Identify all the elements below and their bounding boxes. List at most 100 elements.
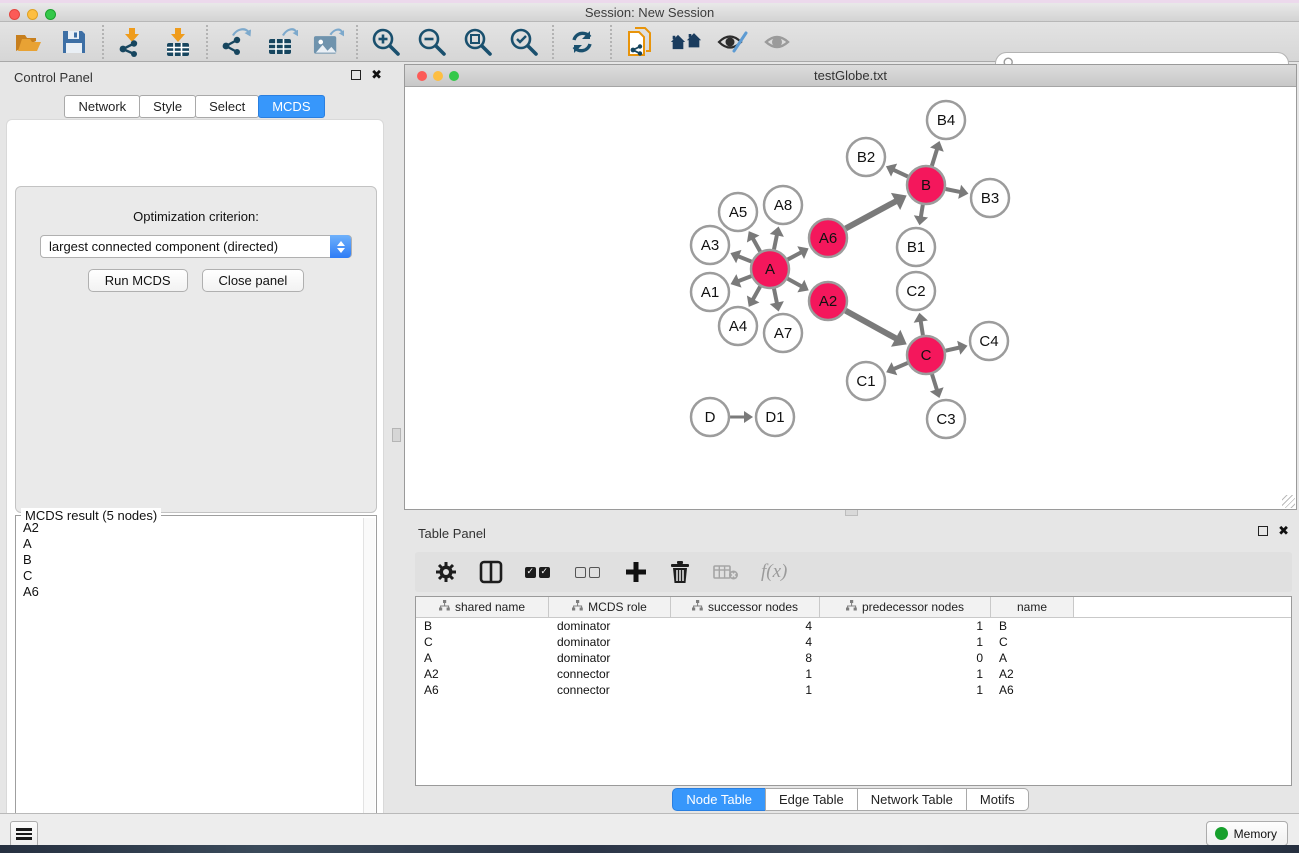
- table-cell[interactable]: A6: [416, 682, 549, 698]
- graph-edge-A6-B[interactable]: [846, 201, 897, 229]
- clone-network-icon[interactable]: [624, 26, 656, 58]
- delete-column-trash-icon[interactable]: [669, 557, 691, 587]
- table-cell[interactable]: 1: [671, 682, 820, 698]
- graph-edge-C-C2[interactable]: [921, 321, 923, 336]
- result-list-item[interactable]: A6: [17, 584, 362, 600]
- table-row[interactable]: Bdominator41B: [416, 618, 1291, 634]
- table-cell[interactable]: dominator: [549, 650, 671, 666]
- close-panel-button[interactable]: Close panel: [202, 269, 305, 292]
- memory-button[interactable]: Memory: [1206, 821, 1288, 846]
- table-cell[interactable]: 4: [671, 618, 820, 634]
- graph-edge-A-A8[interactable]: [774, 234, 777, 249]
- graph-edge-A-A3[interactable]: [738, 256, 752, 261]
- result-list-item[interactable]: C: [17, 568, 362, 584]
- table-cell[interactable]: 4: [671, 634, 820, 650]
- graph-edge-B-B4[interactable]: [932, 149, 937, 166]
- select-all-columns-icon[interactable]: [525, 557, 553, 587]
- column-header-successor-nodes[interactable]: successor nodes: [671, 597, 820, 617]
- close-panel-icon[interactable]: ✖: [371, 70, 382, 80]
- table-row[interactable]: Cdominator41C: [416, 634, 1291, 650]
- table-cell[interactable]: 1: [820, 666, 991, 682]
- table-cell[interactable]: dominator: [549, 618, 671, 634]
- graph-edge-B-B3[interactable]: [946, 189, 961, 192]
- graph-edge-C-C1[interactable]: [894, 363, 908, 369]
- graph-edge-A-A4[interactable]: [753, 286, 761, 299]
- table-settings-gear-icon[interactable]: [435, 557, 457, 587]
- result-list-scrollbar[interactable]: [363, 518, 375, 849]
- save-session-icon[interactable]: [58, 26, 90, 58]
- vertical-splitter-handle[interactable]: [392, 428, 401, 442]
- graph-edge-C-C3[interactable]: [932, 374, 937, 390]
- network-canvas[interactable]: AA1A2A3A4A5A6A7A8BB1B2B3B4CC1C2C3C4DD1: [405, 88, 1296, 509]
- table-cell[interactable]: 8: [671, 650, 820, 666]
- refresh-layout-icon[interactable]: [566, 26, 598, 58]
- result-list-item[interactable]: A: [17, 536, 362, 552]
- float-table-panel-icon[interactable]: [1258, 526, 1268, 536]
- table-cell[interactable]: A2: [991, 666, 1074, 682]
- graph-edge-B-B1[interactable]: [921, 205, 923, 218]
- table-cell[interactable]: 1: [820, 634, 991, 650]
- task-history-button[interactable]: [10, 821, 38, 847]
- table-cell[interactable]: A: [416, 650, 549, 666]
- add-column-icon[interactable]: [625, 557, 647, 587]
- zoom-in-icon[interactable]: [370, 26, 402, 58]
- import-table-icon[interactable]: [162, 26, 194, 58]
- show-column-panel-icon[interactable]: [479, 557, 503, 587]
- resize-grip-icon[interactable]: [1282, 495, 1295, 508]
- network-graph[interactable]: AA1A2A3A4A5A6A7A8BB1B2B3B4CC1C2C3C4DD1: [405, 88, 1296, 509]
- tab-node-table[interactable]: Node Table: [672, 788, 766, 811]
- node-table[interactable]: shared nameMCDS rolesuccessor nodesprede…: [415, 596, 1292, 786]
- houses-icon[interactable]: [670, 26, 702, 58]
- table-row[interactable]: A6connector11A6: [416, 682, 1291, 698]
- table-cell[interactable]: 1: [820, 682, 991, 698]
- graph-edge-B-B2[interactable]: [893, 170, 908, 177]
- column-header-predecessor-nodes[interactable]: predecessor nodes: [820, 597, 991, 617]
- mcds-result-list[interactable]: A2ABCA6: [17, 520, 362, 849]
- tab-mcds[interactable]: MCDS: [258, 95, 324, 118]
- export-table-icon[interactable]: [266, 26, 298, 58]
- tab-network[interactable]: Network: [64, 95, 140, 118]
- export-image-icon[interactable]: [312, 26, 344, 58]
- close-table-panel-icon[interactable]: ✖: [1278, 526, 1289, 536]
- criterion-dropdown[interactable]: largest connected component (directed): [40, 235, 352, 258]
- result-list-item[interactable]: A2: [17, 520, 362, 536]
- graph-edge-A-A5[interactable]: [753, 238, 761, 251]
- graph-edge-A-A1[interactable]: [738, 276, 751, 281]
- table-cell[interactable]: C: [991, 634, 1074, 650]
- open-folder-icon[interactable]: [12, 26, 44, 58]
- tab-edge-table[interactable]: Edge Table: [765, 788, 858, 811]
- table-cell[interactable]: 1: [671, 666, 820, 682]
- table-cell[interactable]: 0: [820, 650, 991, 666]
- table-row[interactable]: Adominator80A: [416, 650, 1291, 666]
- zoom-fit-icon[interactable]: [462, 26, 494, 58]
- table-cell[interactable]: connector: [549, 666, 671, 682]
- hide-details-icon[interactable]: [716, 26, 748, 58]
- network-window-titlebar[interactable]: testGlobe.txt: [405, 65, 1296, 87]
- float-panel-icon[interactable]: [351, 70, 361, 80]
- graph-edge-A-A2[interactable]: [788, 279, 802, 287]
- tab-select[interactable]: Select: [195, 95, 259, 118]
- column-header-shared-name[interactable]: shared name: [416, 597, 549, 617]
- unselect-all-columns-icon[interactable]: [575, 557, 603, 587]
- export-network-icon[interactable]: [220, 26, 252, 58]
- graph-edge-C-C4[interactable]: [946, 348, 960, 351]
- table-cell[interactable]: dominator: [549, 634, 671, 650]
- table-cell[interactable]: B: [416, 618, 549, 634]
- zoom-selected-icon[interactable]: [508, 26, 540, 58]
- table-cell[interactable]: B: [991, 618, 1074, 634]
- table-row[interactable]: A2connector11A2: [416, 666, 1291, 682]
- graph-edge-A-A6[interactable]: [788, 252, 802, 259]
- table-cell[interactable]: C: [416, 634, 549, 650]
- column-header-MCDS-role[interactable]: MCDS role: [549, 597, 671, 617]
- zoom-out-icon[interactable]: [416, 26, 448, 58]
- table-cell[interactable]: A2: [416, 666, 549, 682]
- table-cell[interactable]: connector: [549, 682, 671, 698]
- column-header-name[interactable]: name: [991, 597, 1074, 617]
- graph-edge-A-A7[interactable]: [774, 289, 777, 304]
- tab-style[interactable]: Style: [139, 95, 196, 118]
- result-list-item[interactable]: B: [17, 552, 362, 568]
- run-mcds-button[interactable]: Run MCDS: [88, 269, 188, 292]
- table-cell[interactable]: A: [991, 650, 1074, 666]
- graph-edge-A2-C[interactable]: [846, 311, 897, 339]
- tab-network-table[interactable]: Network Table: [857, 788, 967, 811]
